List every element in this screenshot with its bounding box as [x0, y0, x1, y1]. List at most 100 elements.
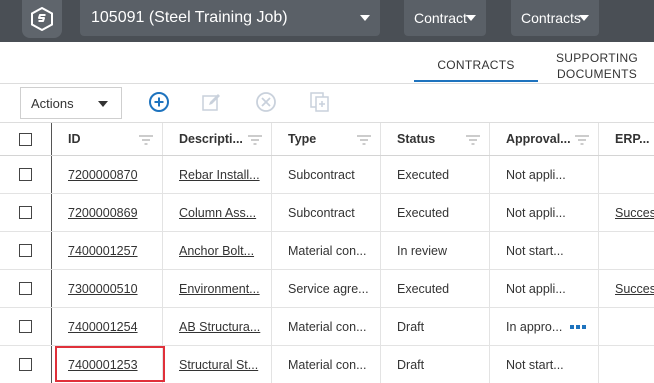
contract-id-link[interactable]: 7400001257 — [68, 244, 138, 258]
cell-type: Material con... — [272, 346, 381, 383]
column-header-label: Approval... — [506, 132, 571, 146]
approval-status-text: In appro... — [506, 319, 563, 334]
cell-type: Material con... — [272, 308, 381, 345]
contract-description-link[interactable]: Environment... — [179, 282, 260, 296]
row-select-cell — [0, 156, 52, 193]
job-selector[interactable]: 105091 (Steel Training Job) — [80, 0, 380, 36]
table-row[interactable]: 7200000869 Column Ass... Subcontract Exe… — [0, 194, 654, 232]
cell-status: Draft — [381, 346, 490, 383]
add-circle-icon — [149, 92, 169, 112]
row-checkbox[interactable] — [19, 282, 32, 295]
column-header-label: ERP... — [615, 132, 650, 146]
table-row[interactable]: 7200000870 Rebar Install... Subcontract … — [0, 156, 654, 194]
contract-description-link[interactable]: Structural St... — [179, 358, 258, 372]
cell-erp: Succes — [599, 194, 654, 231]
column-filter-icon[interactable] — [138, 134, 154, 146]
row-checkbox[interactable] — [19, 320, 32, 333]
row-select-cell — [0, 194, 52, 231]
cell-id: 7200000870 — [52, 156, 163, 193]
column-filter-icon[interactable] — [247, 134, 263, 146]
contract-menu-label: Contract — [414, 10, 467, 26]
app-logo[interactable] — [22, 0, 62, 38]
contract-id-link[interactable]: 7400001254 — [68, 320, 138, 334]
cell-approval: In appro... — [490, 308, 599, 345]
cell-description: Environment... — [163, 270, 272, 307]
column-header-erp[interactable]: ERP... — [599, 123, 654, 155]
table-row[interactable]: 7300000510 Environment... Service agre..… — [0, 270, 654, 308]
cell-description: Rebar Install... — [163, 156, 272, 193]
tab-supporting-line1: SUPPORTING — [555, 51, 639, 65]
table-row[interactable]: 7400001253 Structural St... Material con… — [0, 346, 654, 383]
edit-button[interactable] — [201, 91, 223, 113]
contract-menu-button[interactable]: Contract — [404, 0, 486, 36]
cell-id: 7400001254 — [52, 308, 163, 345]
cell-status: Executed — [381, 156, 490, 193]
cell-erp — [599, 308, 654, 345]
add-button[interactable] — [148, 91, 170, 113]
column-header-label: ID — [68, 132, 81, 146]
copy-icon — [310, 92, 329, 112]
select-all-checkbox[interactable] — [19, 132, 32, 146]
row-select-cell — [0, 270, 52, 307]
row-checkbox[interactable] — [19, 244, 32, 257]
column-header-type[interactable]: Type — [272, 123, 381, 155]
cell-approval: Not start... — [490, 346, 599, 383]
row-checkbox[interactable] — [19, 206, 32, 219]
column-header-status[interactable]: Status — [381, 123, 490, 155]
top-bar: 105091 (Steel Training Job) Contract Con… — [0, 0, 654, 42]
contract-description-link[interactable]: Column Ass... — [179, 206, 256, 220]
cell-approval: Not appli... — [490, 194, 599, 231]
cell-erp: Succes — [599, 270, 654, 307]
cancel-circle-icon — [256, 92, 276, 112]
table-row[interactable]: 7400001254 AB Structura... Material con.… — [0, 308, 654, 346]
contract-id-link[interactable]: 7200000869 — [68, 206, 138, 220]
contracts-table: ID Descripti... Type Status Approval... … — [0, 122, 654, 383]
cell-description: Column Ass... — [163, 194, 272, 231]
contract-id-link[interactable]: 7300000510 — [68, 282, 138, 296]
tab-bar: CONTRACTS SUPPORTING DOCUMENTS — [0, 42, 654, 84]
contract-id-link[interactable]: 7400001253 — [68, 358, 138, 372]
edit-icon — [202, 94, 220, 111]
toolbar: Actions — [0, 84, 654, 122]
more-options-icon[interactable] — [570, 324, 587, 329]
contract-description-link[interactable]: Anchor Bolt... — [179, 244, 254, 258]
cell-type: Material con... — [272, 232, 381, 269]
row-select-cell — [0, 346, 52, 383]
cell-erp — [599, 156, 654, 193]
cell-erp — [599, 346, 654, 383]
cell-type: Service agre... — [272, 270, 381, 307]
row-checkbox[interactable] — [19, 358, 32, 371]
column-header-approval[interactable]: Approval... — [490, 123, 599, 155]
erp-status-link[interactable]: Succes — [615, 206, 654, 220]
contracts-menu-button[interactable]: Contracts — [511, 0, 599, 36]
contract-id-link[interactable]: 7200000870 — [68, 168, 138, 182]
erp-status-link[interactable]: Succes — [615, 282, 654, 296]
cell-description: AB Structura... — [163, 308, 272, 345]
row-select-cell — [0, 232, 52, 269]
column-filter-icon[interactable] — [356, 134, 372, 146]
cell-approval: Not start... — [490, 232, 599, 269]
table-row[interactable]: 7400001257 Anchor Bolt... Material con..… — [0, 232, 654, 270]
cell-type: Subcontract — [272, 156, 381, 193]
cell-id: 7300000510 — [52, 270, 163, 307]
tab-supporting-documents[interactable]: SUPPORTING DOCUMENTS — [552, 50, 642, 82]
chevron-down-icon — [98, 101, 108, 107]
column-header-description[interactable]: Descripti... — [163, 123, 272, 155]
tab-contracts[interactable]: CONTRACTS — [414, 58, 538, 82]
copy-button[interactable] — [309, 91, 331, 113]
cell-id: 7400001253 — [52, 346, 163, 383]
column-header-id[interactable]: ID — [52, 123, 163, 155]
actions-dropdown[interactable]: Actions — [20, 87, 122, 119]
job-selector-label: 105091 (Steel Training Job) — [91, 9, 288, 26]
cancel-button[interactable] — [255, 91, 277, 113]
chevron-down-icon — [579, 15, 589, 21]
column-filter-icon[interactable] — [465, 134, 481, 146]
contract-description-link[interactable]: AB Structura... — [179, 320, 260, 334]
row-checkbox[interactable] — [19, 168, 32, 181]
column-filter-icon[interactable] — [574, 134, 590, 146]
cell-status: In review — [381, 232, 490, 269]
column-header-label: Status — [397, 132, 436, 146]
contract-description-link[interactable]: Rebar Install... — [179, 168, 260, 182]
cell-description: Structural St... — [163, 346, 272, 383]
cell-id: 7400001257 — [52, 232, 163, 269]
